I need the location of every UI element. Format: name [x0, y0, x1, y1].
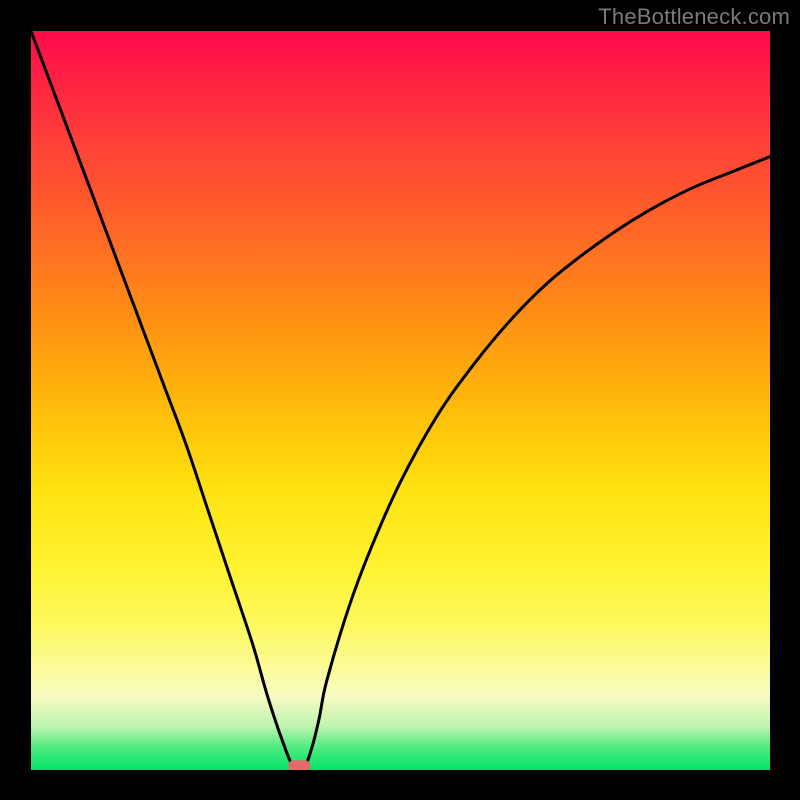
bottleneck-curve [31, 31, 770, 769]
curve-svg [31, 31, 770, 770]
watermark-label: TheBottleneck.com [598, 4, 790, 30]
chart-container: TheBottleneck.com [0, 0, 800, 800]
minimum-marker [288, 760, 310, 770]
